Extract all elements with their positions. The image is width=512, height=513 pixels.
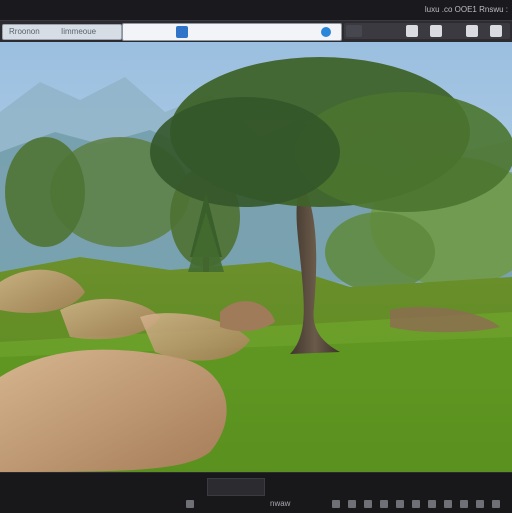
square-icon[interactable] — [396, 500, 404, 508]
square-icon[interactable] — [476, 500, 484, 508]
square-icon[interactable] — [346, 25, 362, 37]
left-tab-bar[interactable]: Rroonon Iimmeoue — [2, 24, 122, 40]
app-icon[interactable] — [466, 25, 478, 37]
top-system-bar: luxu .co OOE1 Rnswu : — [0, 0, 512, 20]
tab-label-b[interactable]: Iimmeoue — [61, 27, 96, 36]
square-icon[interactable] — [460, 500, 468, 508]
bottom-toolbar: nwaw — [0, 472, 512, 513]
square-icon[interactable] — [428, 500, 436, 508]
square-icon[interactable] — [364, 500, 372, 508]
browser-toolbar: Rroonon Iimmeoue — [0, 20, 512, 44]
square-icon[interactable] — [444, 500, 452, 508]
game-viewport[interactable] — [0, 42, 512, 472]
bottom-label: nwaw — [270, 499, 291, 508]
timeline-field[interactable] — [207, 478, 265, 496]
square-icon[interactable] — [332, 500, 340, 508]
right-toolbar — [344, 23, 510, 39]
play-icon[interactable] — [186, 500, 194, 508]
bottom-icons: nwaw — [180, 499, 512, 510]
square-icon[interactable] — [348, 500, 356, 508]
landscape-render — [0, 42, 512, 472]
search-icon[interactable] — [430, 25, 442, 37]
app-icon — [176, 26, 188, 38]
address-bar[interactable] — [122, 23, 342, 41]
settings-icon[interactable] — [490, 25, 502, 37]
square-icon[interactable] — [492, 500, 500, 508]
settings-icon[interactable] — [321, 27, 331, 37]
top-status-text: luxu .co OOE1 Rnswu : — [424, 5, 508, 14]
tab-label-a[interactable]: Rroonon — [9, 27, 40, 36]
square-icon[interactable] — [380, 500, 388, 508]
square-icon[interactable] — [412, 500, 420, 508]
square-icon[interactable] — [406, 25, 418, 37]
